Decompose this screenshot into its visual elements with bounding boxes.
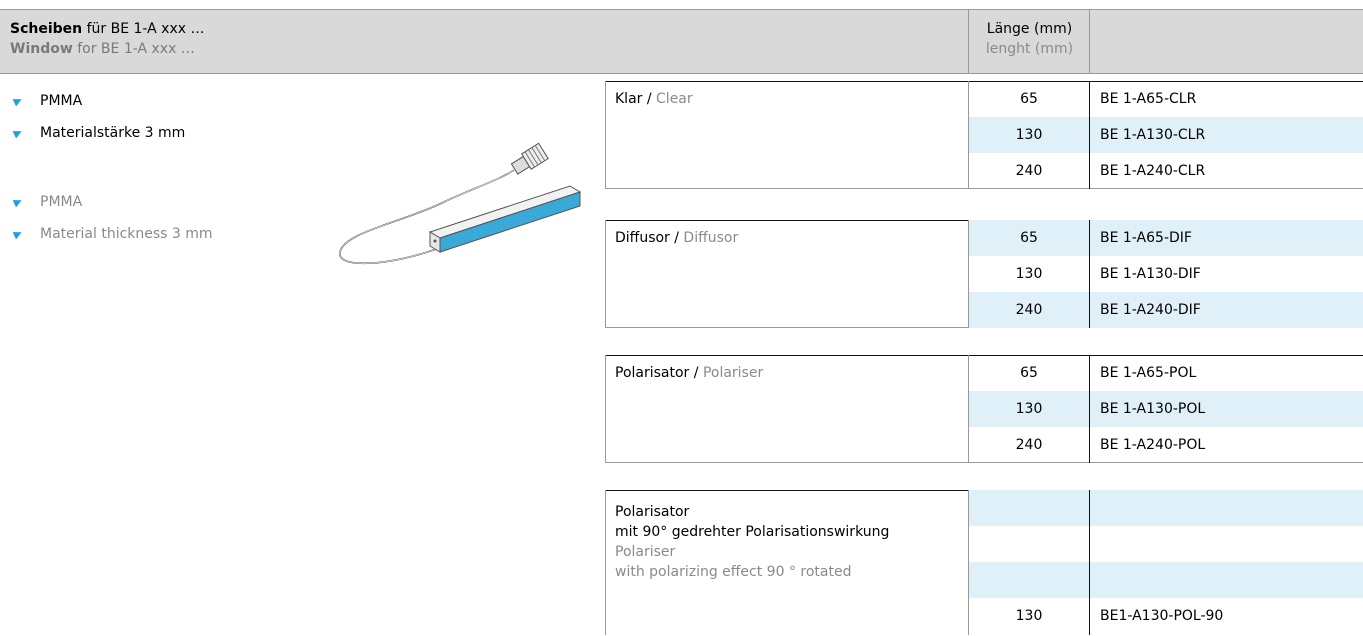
window-table-polariser-90: Polarisator mit 90° gedrehter Polarisati…	[605, 490, 1363, 635]
product-image	[339, 142, 582, 265]
bullet-icon	[12, 228, 24, 240]
bullet-icon	[12, 95, 24, 107]
table-row: 65 BE 1-A65-POL	[605, 355, 1363, 391]
header-bar: Scheiben für BE 1-A xxx … Window for BE …	[0, 9, 1363, 74]
table-row: 130 BE1-A130-POL-90	[605, 598, 1363, 635]
table-row: 240 BE 1-A240-POL	[605, 427, 1363, 463]
length-column-header: Länge (mm) lenght (mm)	[969, 19, 1090, 59]
bullet-icon	[12, 127, 24, 139]
bullet-icon	[12, 196, 24, 208]
table-row: 240 BE 1-A240-CLR	[605, 153, 1363, 189]
table-row: 130 BE 1-A130-POL	[605, 391, 1363, 427]
table-row: 240 BE 1-A240-DIF	[605, 292, 1363, 328]
length-header-de: Länge (mm)	[986, 21, 1073, 37]
table-row	[605, 562, 1363, 598]
product-sheet: Scheiben für BE 1-A xxx … Window for BE …	[0, 0, 1363, 635]
title-de-bold: Scheiben	[10, 21, 83, 37]
window-table-polariser: Polarisator / Polariser 65 BE 1-A65-POL 1…	[605, 355, 1363, 463]
window-table-clear: Klar / Clear 65 BE 1-A65-CLR 130 BE 1-A130…	[605, 81, 1363, 189]
table-row: 65 BE 1-A65-DIF	[605, 220, 1363, 256]
length-header-en: lenght (mm)	[985, 41, 1074, 57]
title-de-rest: für BE 1-A xxx …	[82, 21, 205, 37]
title-en-bold: Window	[10, 41, 73, 57]
table-row	[605, 490, 1363, 526]
table-row	[605, 526, 1363, 562]
table-row: 65 BE 1-A65-CLR	[605, 81, 1363, 117]
table-row: 130 BE 1-A130-CLR	[605, 117, 1363, 153]
table-row: 130 BE 1-A130-DIF	[605, 256, 1363, 292]
title-en-rest: for BE 1-A xxx …	[72, 41, 195, 57]
window-table-diffusor: Diffusor / Diffusor 65 BE 1-A65-DIF 130 BE…	[605, 220, 1363, 328]
header-title: Scheiben für BE 1-A xxx … Window for BE …	[10, 19, 204, 59]
